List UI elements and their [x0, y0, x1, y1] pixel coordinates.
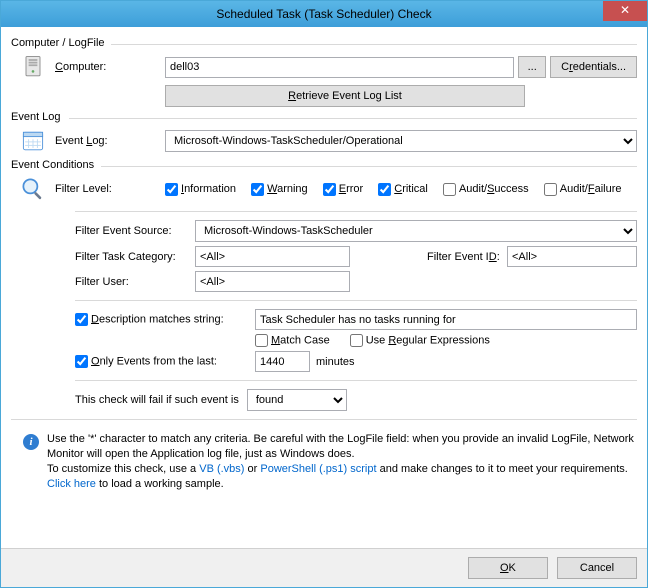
info-icon: i	[23, 434, 39, 450]
user-label: Filter User:	[75, 276, 195, 288]
retrieve-button[interactable]: Retrieve Event Log List	[165, 85, 525, 107]
credentials-button[interactable]: Credentials...	[550, 56, 637, 78]
chk-matchcase[interactable]: Match Case	[255, 334, 330, 347]
taskcat-label: Filter Task Category:	[75, 251, 195, 263]
chk-error[interactable]: Error	[323, 183, 363, 195]
minutes-input[interactable]	[255, 351, 310, 372]
taskcat-input[interactable]	[195, 246, 350, 267]
eventid-input[interactable]	[507, 246, 637, 267]
cancel-button[interactable]: Cancel	[557, 557, 637, 579]
fail-prefix: This check will fail if such event is	[75, 394, 239, 406]
chk-auditsuccess[interactable]: Audit/Success	[443, 183, 529, 195]
source-select[interactable]: Microsoft-Windows-TaskScheduler	[195, 220, 637, 242]
footer: OK Cancel	[1, 548, 647, 587]
chk-description[interactable]: Description matches string:	[75, 313, 255, 326]
user-input[interactable]	[195, 271, 350, 292]
chk-critical[interactable]: Critical	[378, 183, 428, 195]
computer-input[interactable]	[165, 57, 514, 78]
browse-button[interactable]: ...	[518, 56, 546, 78]
group-event-log: Event Log	[11, 111, 637, 123]
magnifier-icon	[19, 175, 47, 203]
info-panel: i Use the '*' character to match any cri…	[13, 428, 635, 495]
source-label: Filter Event Source:	[75, 225, 195, 237]
group-computer-logfile: Computer / LogFile	[11, 37, 637, 49]
calendar-icon	[19, 127, 47, 155]
eventlog-label: Event Log:	[55, 135, 108, 147]
chk-information[interactable]: Information	[165, 183, 236, 195]
ok-button[interactable]: OK	[468, 557, 548, 579]
window-title: Scheduled Task (Task Scheduler) Check	[216, 7, 431, 21]
filterlevel-label: Filter Level:	[55, 183, 165, 195]
description-input[interactable]	[255, 309, 637, 330]
chk-auditfailure[interactable]: Audit/Failure	[544, 183, 622, 195]
minutes-unit: minutes	[316, 356, 355, 368]
eventlog-select[interactable]: Microsoft-Windows-TaskScheduler/Operatio…	[165, 130, 637, 152]
chk-warning[interactable]: Warning	[251, 183, 308, 195]
chk-regex[interactable]: Use Regular Expressions	[350, 334, 490, 347]
chk-onlylast[interactable]: Only Events from the last:	[75, 355, 255, 368]
title-bar: Scheduled Task (Task Scheduler) Check ✕	[1, 1, 647, 27]
link-clickhere[interactable]: Click here	[47, 478, 96, 490]
computer-label: Computer:	[55, 61, 106, 73]
link-vb[interactable]: VB (.vbs)	[199, 463, 244, 475]
group-event-conditions: Event Conditions	[11, 159, 637, 171]
close-button[interactable]: ✕	[603, 1, 647, 21]
link-ps[interactable]: PowerShell (.ps1) script	[260, 463, 376, 475]
fail-select[interactable]: found	[247, 389, 347, 411]
computer-icon	[19, 53, 47, 81]
eventid-label: Filter Event ID:	[427, 251, 507, 263]
